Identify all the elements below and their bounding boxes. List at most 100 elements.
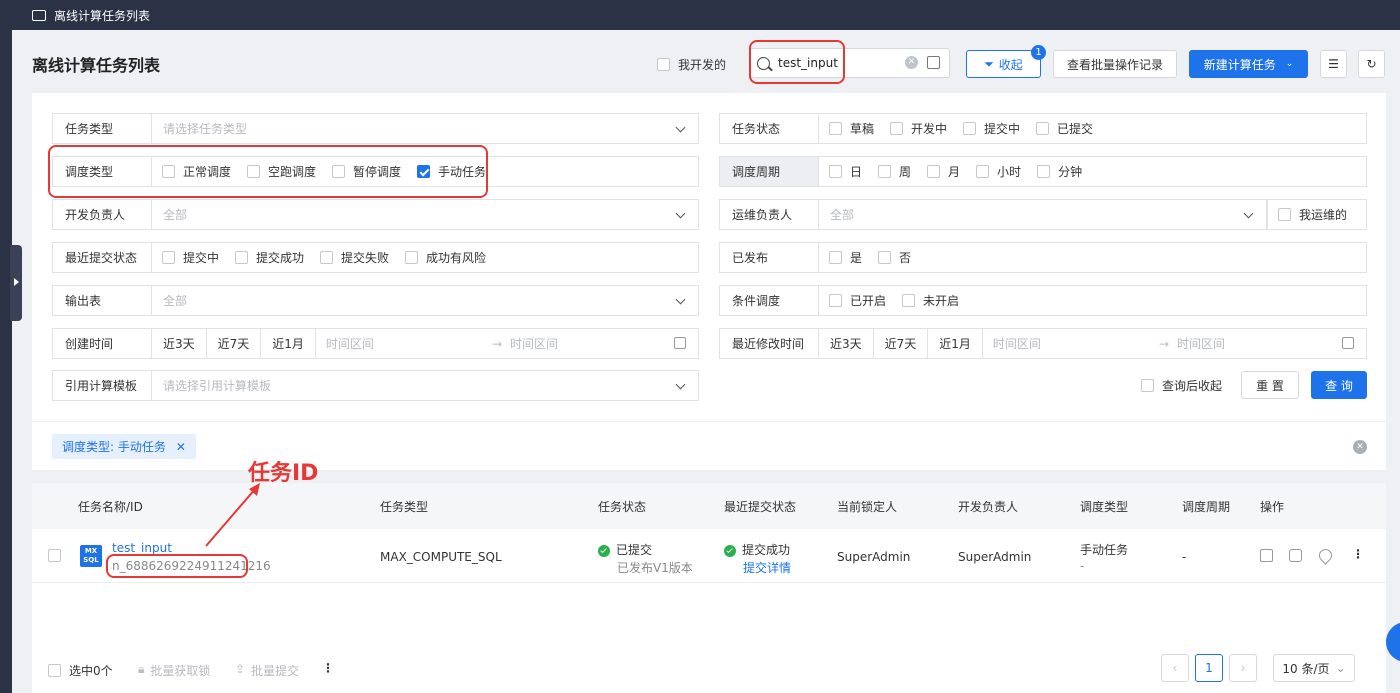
checkbox-icon[interactable]	[657, 58, 670, 71]
submit-option-failed[interactable]: 提交失败	[320, 249, 389, 266]
checkbox-icon[interactable]	[890, 122, 904, 135]
checkbox-icon[interactable]	[162, 165, 175, 178]
submit-option-risk[interactable]: 成功有风险	[405, 249, 486, 266]
reset-button[interactable]: 重 置	[1241, 371, 1299, 399]
status-option-submitting[interactable]: 提交中	[963, 120, 1020, 137]
my-dev-checkbox[interactable]: 我开发的	[657, 56, 726, 73]
checkbox-checked-icon[interactable]	[417, 165, 431, 178]
page-size-select[interactable]: 10 条/页 ⌄	[1273, 654, 1355, 682]
collapse-after-query-checkbox[interactable]: 查询后收起	[1141, 377, 1222, 394]
page-number[interactable]: 1	[1195, 654, 1223, 682]
output-table-filter[interactable]: 输出表 全部	[52, 285, 699, 316]
submit-option-submitting[interactable]: 提交中	[162, 249, 219, 266]
active-filter-tag[interactable]: 调度类型: 手动任务 ✕	[52, 434, 196, 459]
my-ops-option[interactable]: 我运维的	[1278, 206, 1347, 223]
query-button[interactable]: 查 询	[1311, 371, 1367, 399]
published-option-yes[interactable]: 是	[829, 249, 862, 266]
checkbox-icon[interactable]	[1037, 165, 1051, 178]
row-checkbox[interactable]	[48, 549, 61, 562]
checkbox-icon[interactable]	[829, 165, 842, 178]
sidebar-expand-handle[interactable]	[10, 245, 22, 321]
collapse-filter-button[interactable]: ⏷ 收起	[966, 50, 1041, 78]
dev-owner-filter[interactable]: 开发负责人 全部	[52, 199, 699, 230]
search-value[interactable]: test_input	[778, 56, 838, 70]
checkbox-icon[interactable]	[1278, 208, 1291, 221]
schedule-option-paused[interactable]: 暂停调度	[332, 163, 401, 180]
schedule-option-dryrun[interactable]: 空跑调度	[247, 163, 316, 180]
more-icon[interactable]: ⋮	[1352, 547, 1364, 561]
published-option-no[interactable]: 否	[878, 249, 911, 266]
modified-quick-7d[interactable]: 近7天	[874, 329, 929, 358]
schedule-option-normal[interactable]: 正常调度	[162, 163, 231, 180]
checkbox-icon[interactable]	[235, 251, 249, 264]
clear-filters-icon[interactable]: ✕	[1353, 440, 1367, 454]
checkbox-icon[interactable]	[829, 122, 842, 135]
task-type-select[interactable]: 请选择任务类型	[152, 120, 698, 137]
conditional-option-on[interactable]: 已开启	[829, 292, 886, 309]
cycle-option-hour[interactable]: 小时	[976, 163, 1021, 180]
submit-detail-link[interactable]: 提交详情	[743, 559, 791, 576]
view-code-icon[interactable]	[1260, 549, 1273, 562]
checkbox-icon[interactable]	[320, 251, 334, 264]
created-range-picker[interactable]: 时间区间 → 时间区间	[316, 329, 698, 358]
select-all-checkbox[interactable]: 选中0个	[48, 662, 113, 679]
task-name-link[interactable]: test_input	[112, 541, 172, 555]
lock-icon[interactable]	[1289, 549, 1302, 562]
checkbox-icon[interactable]	[878, 165, 892, 178]
modified-quick-3d[interactable]: 近3天	[819, 329, 874, 358]
modified-range-start[interactable]: 时间区间	[993, 335, 1041, 352]
created-quick-7d[interactable]: 近7天	[207, 329, 262, 358]
next-page-button[interactable]: ›	[1229, 654, 1257, 682]
modified-range-end[interactable]: 时间区间	[1177, 335, 1225, 352]
advanced-search-icon[interactable]	[927, 56, 940, 69]
checkbox-icon[interactable]	[829, 251, 842, 264]
checkbox-icon[interactable]	[902, 294, 916, 307]
new-task-button[interactable]: 新建计算任务 ⌄	[1189, 50, 1308, 78]
checkbox-icon[interactable]	[963, 122, 977, 135]
my-ops-checkbox[interactable]: 我运维的	[1267, 199, 1367, 230]
created-range-start[interactable]: 时间区间	[326, 335, 374, 352]
task-type-filter[interactable]: 任务类型 请选择任务类型	[52, 113, 699, 144]
schedule-option-manual[interactable]: 手动任务	[417, 163, 486, 180]
created-quick-1m[interactable]: 近1月	[261, 329, 316, 358]
checkbox-icon[interactable]	[48, 664, 61, 677]
output-table-select[interactable]: 全部	[152, 292, 698, 309]
modified-quick-1m[interactable]: 近1月	[928, 329, 983, 358]
ops-owner-select[interactable]: 全部	[819, 206, 1266, 223]
checkbox-icon[interactable]	[1141, 379, 1154, 392]
created-range-end[interactable]: 时间区间	[510, 335, 558, 352]
conditional-option-off[interactable]: 未开启	[902, 292, 959, 309]
location-icon[interactable]	[1316, 546, 1335, 565]
template-select[interactable]: 请选择引用计算模板	[152, 377, 698, 394]
batch-submit-button[interactable]: ⇪ 批量提交	[235, 662, 299, 679]
refresh-icon[interactable]: ↻	[1358, 50, 1385, 78]
close-icon[interactable]: ✕	[176, 440, 186, 454]
dev-owner-select[interactable]: 全部	[152, 206, 698, 223]
status-option-developing[interactable]: 开发中	[890, 120, 947, 137]
checkbox-icon[interactable]	[878, 251, 892, 264]
modified-range-picker[interactable]: 时间区间 → 时间区间	[983, 329, 1366, 358]
checkbox-icon[interactable]	[829, 294, 842, 307]
ops-owner-filter[interactable]: 运维负责人 全部	[719, 199, 1267, 230]
status-option-submitted[interactable]: 已提交	[1036, 120, 1093, 137]
cycle-option-day[interactable]: 日	[829, 163, 862, 180]
checkbox-icon[interactable]	[1036, 122, 1050, 135]
clear-search-icon[interactable]: ✕	[905, 56, 918, 69]
search-input[interactable]: test_input	[750, 48, 950, 78]
list-view-icon[interactable]: ☰	[1320, 50, 1347, 78]
checkbox-icon[interactable]	[405, 251, 419, 264]
cycle-option-minute[interactable]: 分钟	[1037, 163, 1082, 180]
more-icon[interactable]: ⋮	[322, 661, 334, 675]
checkbox-icon[interactable]	[927, 165, 941, 178]
cycle-option-month[interactable]: 月	[927, 163, 960, 180]
checkbox-icon[interactable]	[332, 165, 346, 178]
batch-lock-button[interactable]: 🔒︎ 批量获取锁	[138, 662, 210, 679]
status-option-draft[interactable]: 草稿	[829, 120, 874, 137]
prev-page-button[interactable]: ‹	[1161, 654, 1189, 682]
checkbox-icon[interactable]	[976, 165, 990, 178]
batch-log-button[interactable]: 查看批量操作记录	[1053, 50, 1177, 78]
cycle-option-week[interactable]: 周	[878, 163, 911, 180]
checkbox-icon[interactable]	[162, 251, 175, 264]
template-filter[interactable]: 引用计算模板 请选择引用计算模板	[52, 370, 699, 401]
created-quick-3d[interactable]: 近3天	[152, 329, 207, 358]
